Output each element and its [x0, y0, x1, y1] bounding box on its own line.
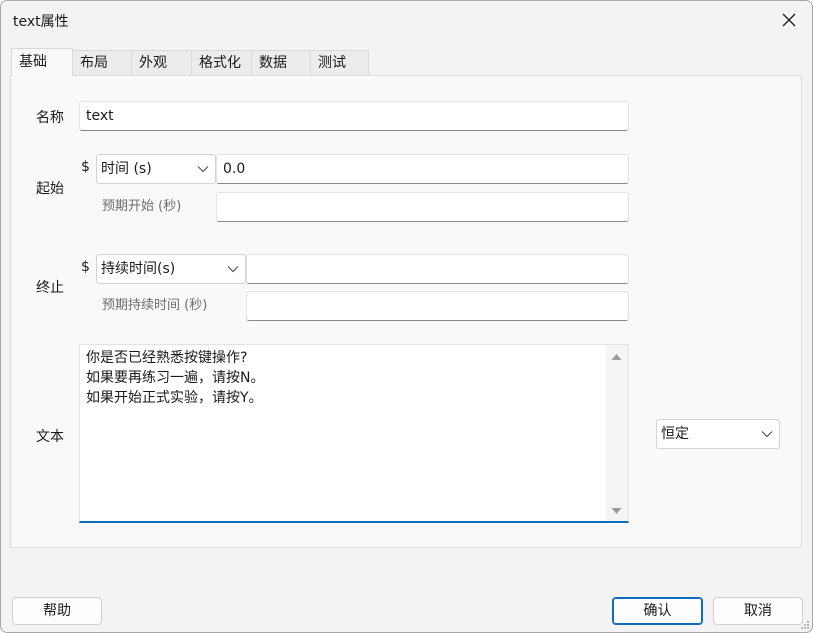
tab-label: 测试 — [318, 55, 346, 71]
chevron-down-icon — [197, 166, 209, 173]
stop-value-input[interactable] — [246, 254, 629, 284]
name-input[interactable]: text — [79, 101, 629, 131]
tab-label: 外观 — [139, 55, 167, 71]
tab-formatting[interactable]: 格式化 — [191, 50, 252, 75]
stop-dollar-toggle[interactable]: $ — [81, 259, 90, 275]
ok-button[interactable]: 确认 — [612, 597, 703, 625]
tab-label: 基础 — [19, 54, 47, 70]
tab-basic[interactable]: 基础 — [11, 48, 73, 76]
start-type-select[interactable]: 时间 (s) — [96, 154, 216, 184]
text-update-value: 恒定 — [661, 426, 689, 442]
tab-appearance[interactable]: 外观 — [131, 50, 192, 75]
start-label: 起始 — [36, 181, 64, 197]
stop-label: 终止 — [36, 280, 64, 296]
tab-testing[interactable]: 测试 — [310, 50, 369, 75]
text-label: 文本 — [36, 429, 64, 445]
cancel-button[interactable]: 取消 — [713, 597, 803, 625]
chevron-down-icon — [227, 266, 239, 273]
stop-type-value: 持续时间(s) — [101, 261, 176, 277]
scroll-up-arrow-icon[interactable] — [611, 353, 622, 361]
scroll-down-arrow-icon[interactable] — [611, 507, 622, 515]
text-line: 如果要再练习一遍，请按N。 — [86, 370, 265, 386]
resize-grip-icon[interactable] — [800, 620, 810, 630]
close-icon — [782, 13, 796, 27]
start-type-value: 时间 (s) — [101, 161, 152, 177]
properties-dialog: text属性 基础 布局 外观 格式化 数据 测试 名称 text 起始 $ 时… — [0, 0, 813, 633]
name-label: 名称 — [36, 110, 64, 126]
tab-layout[interactable]: 布局 — [72, 50, 132, 75]
help-button[interactable]: 帮助 — [12, 597, 102, 625]
text-content: 你是否已经熟悉按键操作? 如果要再练习一遍，请按N。 如果开始正式实验，请按Y。 — [86, 348, 264, 408]
expected-duration-label: 预期持续时间 (秒) — [102, 298, 208, 313]
text-line: 你是否已经熟悉按键操作? — [86, 350, 248, 366]
start-value-input[interactable]: 0.0 — [216, 154, 629, 184]
expected-start-input[interactable] — [216, 192, 629, 222]
expected-start-label: 预期开始 (秒) — [102, 199, 182, 214]
vertical-scrollbar[interactable] — [606, 345, 628, 521]
window-title: text属性 — [13, 14, 69, 30]
tab-data[interactable]: 数据 — [251, 50, 311, 75]
close-button[interactable] — [766, 1, 812, 39]
title-bar: text属性 — [1, 1, 812, 39]
text-content-textarea[interactable]: 你是否已经熟悉按键操作? 如果要再练习一遍，请按N。 如果开始正式实验，请按Y。 — [79, 344, 629, 523]
text-line: 如果开始正式实验，请按Y。 — [86, 390, 263, 406]
tab-label: 布局 — [80, 55, 108, 71]
tab-label: 数据 — [259, 55, 287, 71]
stop-type-select[interactable]: 持续时间(s) — [96, 254, 246, 284]
text-update-select[interactable]: 恒定 — [656, 419, 780, 449]
tab-label: 格式化 — [199, 55, 241, 71]
chevron-down-icon — [761, 431, 773, 438]
expected-duration-input[interactable] — [246, 291, 629, 321]
start-dollar-toggle[interactable]: $ — [81, 159, 90, 175]
